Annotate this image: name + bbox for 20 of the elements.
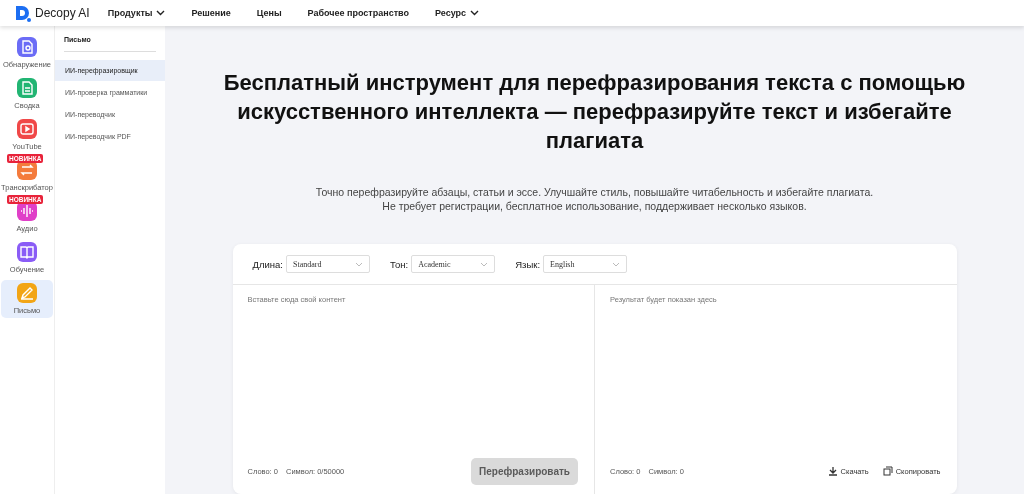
logo-text[interactable]: Decopy AI (35, 6, 90, 20)
option-select[interactable]: Academic (411, 255, 496, 273)
logo-icon[interactable] (14, 4, 32, 22)
option-select[interactable]: Standard (285, 255, 370, 273)
option-label: Тон: (389, 258, 409, 270)
download-icon (827, 466, 838, 476)
page-title: Бесплатный инструмент для перефразирования текста с помощью искусственного интеллекта — перефразируйте текст и избегайте плагиата (222, 69, 967, 155)
option-label: Длина: (252, 258, 283, 270)
nav-link[interactable]: Решение (191, 8, 231, 18)
nav-link[interactable]: Цены (256, 8, 282, 18)
option-select[interactable]: English (543, 255, 628, 273)
chevron-icon (480, 261, 489, 267)
copy-icon (882, 466, 893, 476)
chevron-icon (354, 261, 363, 267)
nav-link[interactable]: Продукты (107, 8, 166, 18)
chevron-icon (612, 261, 621, 267)
page-subtitle: Точно перефразируйте абзацы, статьи и эссе. Улучшайте стиль, повышайте читабельность и избегайте плагиата. Не требует регистрации, бесплатное использование, поддерживает несколько языков. (314, 185, 875, 213)
nav-link[interactable]: Ресурс (435, 8, 480, 18)
option-label: Язык: (515, 258, 541, 270)
nav-link[interactable]: Рабочее пространство (307, 8, 409, 18)
